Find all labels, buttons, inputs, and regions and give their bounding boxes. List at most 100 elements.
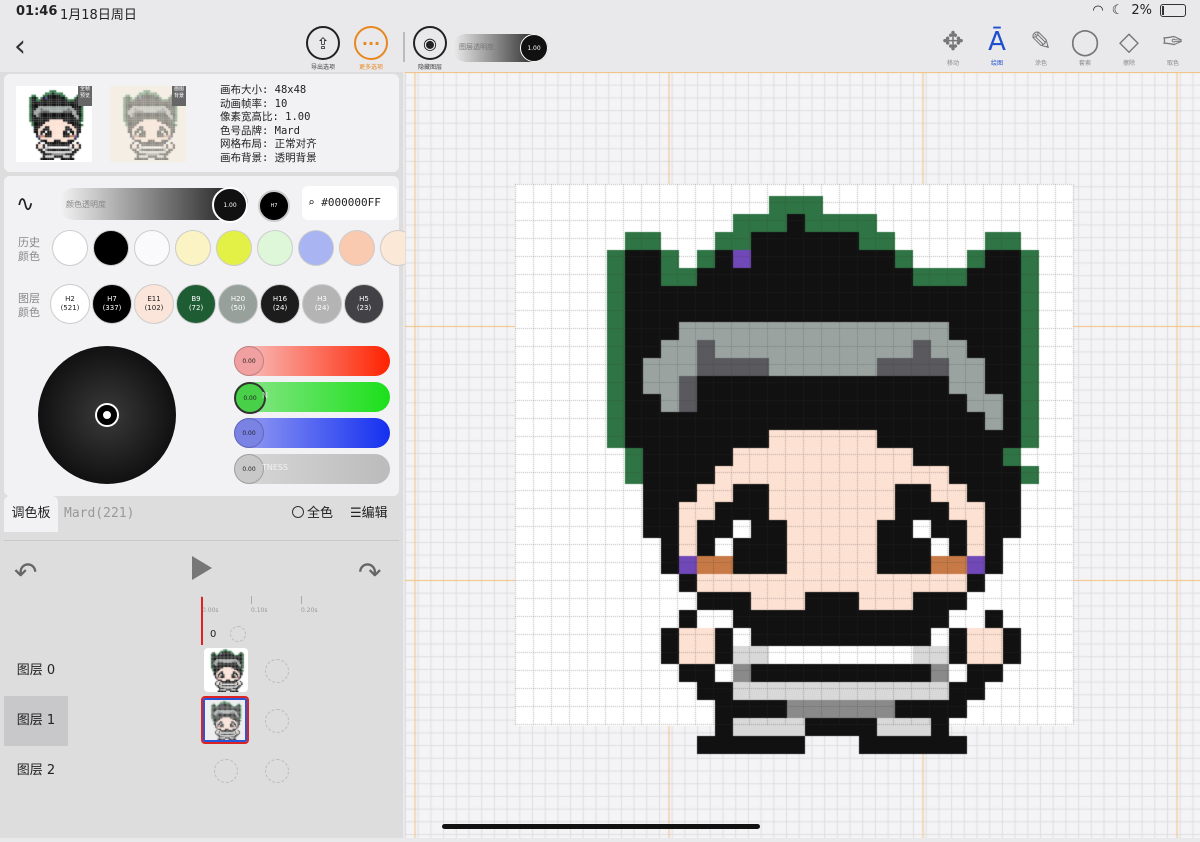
radio-icon [292,506,304,518]
layer-color-count: (50) [230,304,246,312]
current-color-swatch[interactable]: H7 [258,190,290,222]
layer-opacity-slider[interactable]: 图层透明度 1.00 [452,34,548,62]
tool-lasso[interactable]: ◯ 套索 [1068,26,1102,67]
history-swatch[interactable] [134,230,170,266]
layer-color-code: E11 [147,295,161,303]
layer-color-swatch[interactable]: H5 (23) [344,284,384,324]
layer-color-count: (24) [314,304,330,312]
layer-color-swatch[interactable]: H3 (24) [302,284,342,324]
pixel-canvas[interactable] [405,72,1200,838]
layer-color-count: (24) [272,304,288,312]
hide-layer-button[interactable]: ◉ 隐藏图层 [413,26,447,71]
canvas-info: 画布大小: 48x48 动画帧率: 10 像素宽高比: 1.00 色号品牌: M… [220,84,317,166]
history-label: 历史颜色 [18,236,40,263]
back-button[interactable]: ‹ [14,32,26,62]
layer-color-swatch[interactable]: E11 (102) [134,284,174,324]
undo-icon[interactable]: ↶ [14,556,37,589]
layer-color-code: H16 [272,295,288,303]
frame-thumbnail-layer-1[interactable] [201,696,249,744]
tab-palette[interactable]: 调色板 [4,496,58,532]
layer-item-0[interactable]: 图层 0 [4,646,68,696]
more-options-button[interactable]: ··· 更多选项 [354,26,388,71]
color-opacity-value[interactable]: 1.00 [212,187,248,223]
background-tag: 画图背景 [172,86,186,106]
palette-bar: 调色板 Mard(221) 全色 ☰编辑 [0,496,403,532]
frame-image [204,648,248,692]
preview-thumbnail[interactable]: 全帧预览 [16,86,92,162]
red-slider[interactable]: 0.00 [234,346,390,376]
edit-button[interactable]: ☰编辑 [350,496,388,532]
eyedropper-icon: ✑ [1162,27,1184,57]
tool-fill[interactable]: ✎ 涂色 [1024,26,1058,67]
hex-search-field[interactable]: ⌕ #000000FF [302,186,397,220]
tool-pick[interactable]: ✑ 取色 [1156,26,1190,67]
red-slider-value[interactable]: 0.00 [234,346,264,376]
layer-color-swatch[interactable]: H16 (24) [260,284,300,324]
color-wheel-handle[interactable] [97,405,117,425]
play-icon[interactable] [192,556,212,580]
toolbar-divider [403,32,405,62]
blue-slider[interactable]: 0.00 [234,418,390,448]
empty-frame-icon[interactable] [265,759,289,783]
battery-icon [1160,4,1186,17]
playhead[interactable] [201,597,203,645]
battery-percent: 2% [1131,3,1152,18]
empty-frame-icon[interactable] [265,659,289,683]
hex-value: #000000FF [321,196,381,209]
timeline-tick-label: 0.20s [301,607,318,614]
timeline-tick [251,596,252,604]
export-button[interactable]: ⇪ 导出选项 [306,26,340,71]
wifi-icon: ◠ [1092,3,1104,18]
history-swatch[interactable] [175,230,211,266]
list-icon: ☰ [350,506,362,521]
tool-label: 套索 [1078,60,1091,67]
layer-opacity-label: 图层透明度 [459,43,494,51]
tool-label: 绘图 [990,60,1003,67]
tab-brand[interactable]: Mard(221) [64,496,134,532]
history-swatch[interactable] [298,230,334,266]
frame-image [205,700,245,740]
layer-opacity-value[interactable]: 1.00 [520,34,548,62]
tool-draw[interactable]: Ā 绘图 [980,26,1014,67]
layer-color-swatch[interactable]: H20 (50) [218,284,258,324]
history-swatch[interactable] [339,230,375,266]
empty-frame-icon[interactable] [265,709,289,733]
color-wheel[interactable] [38,346,176,484]
green-slider[interactable]: 0.00 N [234,382,390,414]
layer-color-swatch[interactable]: B9 (72) [176,284,216,324]
layer-color-swatch[interactable]: H2 (521) [50,284,90,324]
background-thumbnail[interactable]: 画图背景 [110,86,186,162]
redo-icon[interactable]: ↷ [358,556,381,589]
share-icon: ⇪ [306,26,340,60]
history-swatch[interactable] [52,230,88,266]
frame-add-icon[interactable] [230,626,246,642]
color-opacity-slider[interactable]: 颜色透明度 1.00 [58,187,248,223]
more-label: 更多选项 [358,64,383,71]
brightness-slider[interactable]: 0.00 TNESS [234,454,390,484]
info-grid: 网格布局: 正常对齐 [220,138,317,151]
tool-move[interactable]: ✥ 移动 [936,26,970,67]
blue-slider-value[interactable]: 0.00 [234,418,264,448]
info-size: 画布大小: 48x48 [220,84,307,96]
layer-color-code: H5 [359,295,369,303]
tool-group: ✥ 移动 Ā 绘图 ✎ 涂色 ◯ 套索 ◇ 擦除 ✑ 取色 [936,26,1190,67]
brightness-slider-value[interactable]: 0.00 [234,454,264,484]
eraser-icon: ◇ [1119,27,1139,57]
brush-icon: ✎ [1030,27,1052,57]
history-swatch[interactable] [93,230,129,266]
layer-item-2[interactable]: 图层 2 [4,746,68,796]
scribble-icon: ∿ [16,192,35,217]
more-icon: ··· [354,26,388,60]
drawing-canvas-area[interactable] [405,72,1200,838]
layer-item-1[interactable]: 图层 1 [4,696,68,746]
all-colors-toggle[interactable]: 全色 [292,496,333,532]
empty-frame-icon[interactable] [214,759,238,783]
layer-color-count: (337) [102,304,122,312]
tool-erase[interactable]: ◇ 擦除 [1112,26,1146,67]
frame-thumbnail-layer-0[interactable] [204,648,248,692]
history-swatch[interactable] [216,230,252,266]
color-opacity-label: 颜色透明度 [66,200,106,209]
history-swatch[interactable] [257,230,293,266]
layer-color-swatch[interactable]: H7 (337) [92,284,132,324]
home-indicator [442,824,760,829]
